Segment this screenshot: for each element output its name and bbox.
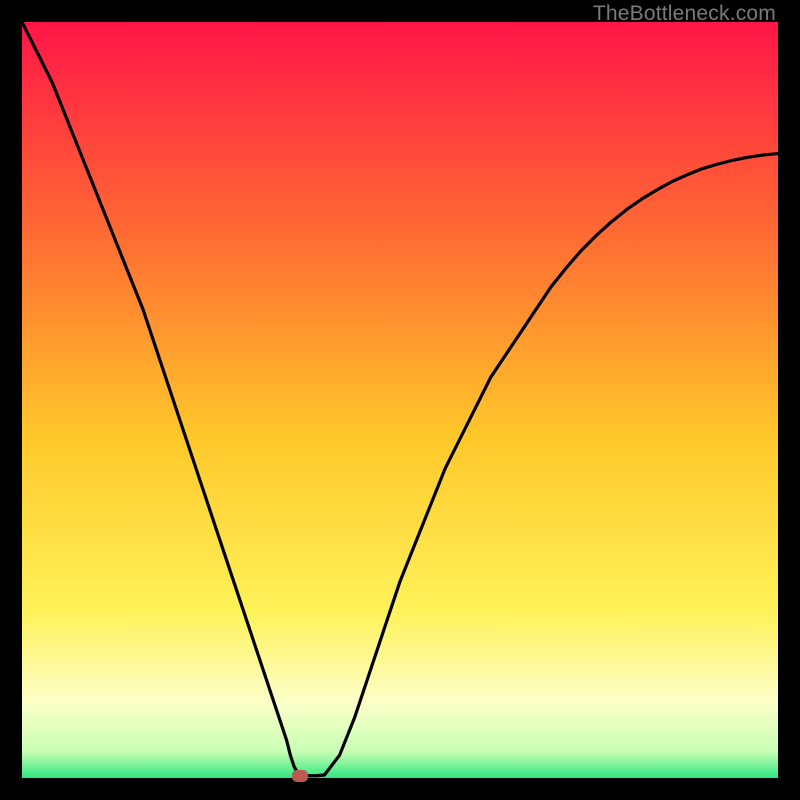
- watermark-text: TheBottleneck.com: [593, 2, 776, 26]
- chart-background: [22, 22, 778, 778]
- optimum-marker: [292, 770, 308, 782]
- chart-svg: [22, 22, 778, 778]
- chart-frame: [22, 22, 778, 778]
